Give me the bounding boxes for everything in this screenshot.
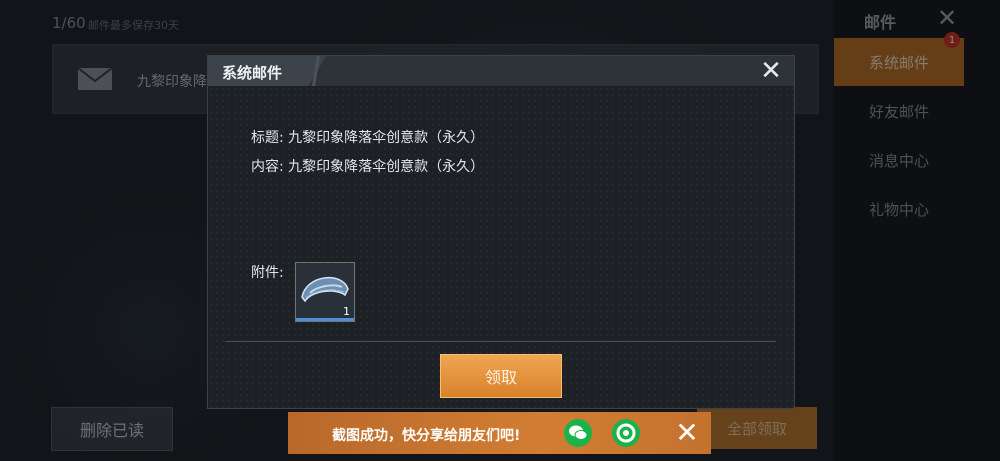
toast-message: 截图成功，快分享给朋友们吧! xyxy=(332,428,521,444)
attachment-quantity: 1 xyxy=(343,305,350,318)
wechat-icon[interactable] xyxy=(564,419,592,447)
close-icon[interactable]: ✕ xyxy=(758,58,784,84)
dialog-header: 系统邮件 ✕ xyxy=(208,56,794,86)
subject-row: 标题: 九黎印象降落伞创意款（永久） xyxy=(251,127,484,147)
screenshot-share-toast: 截图成功，快分享给朋友们吧! ✕ xyxy=(288,412,711,454)
dialog-divider xyxy=(225,341,776,342)
system-mail-dialog: 系统邮件 ✕ 标题: 九黎印象降落伞创意款（永久） 内容: 九黎印象降落伞创意款… xyxy=(207,55,795,409)
attachment-label: 附件: xyxy=(251,265,284,281)
moments-icon[interactable] xyxy=(612,419,640,447)
claim-button[interactable]: 领取 xyxy=(440,354,562,398)
attachment-item-slot[interactable]: 1 xyxy=(295,262,355,322)
content-row: 内容: 九黎印象降落伞创意款（永久） xyxy=(251,156,484,176)
subject-value: 九黎印象降落伞创意款（永久） xyxy=(288,130,485,146)
content-label: 内容: xyxy=(251,159,284,175)
content-value: 九黎印象降落伞创意款（永久） xyxy=(288,159,485,175)
toast-close-icon[interactable]: ✕ xyxy=(672,418,702,448)
subject-label: 标题: xyxy=(251,130,284,146)
dialog-title: 系统邮件 xyxy=(222,64,283,82)
